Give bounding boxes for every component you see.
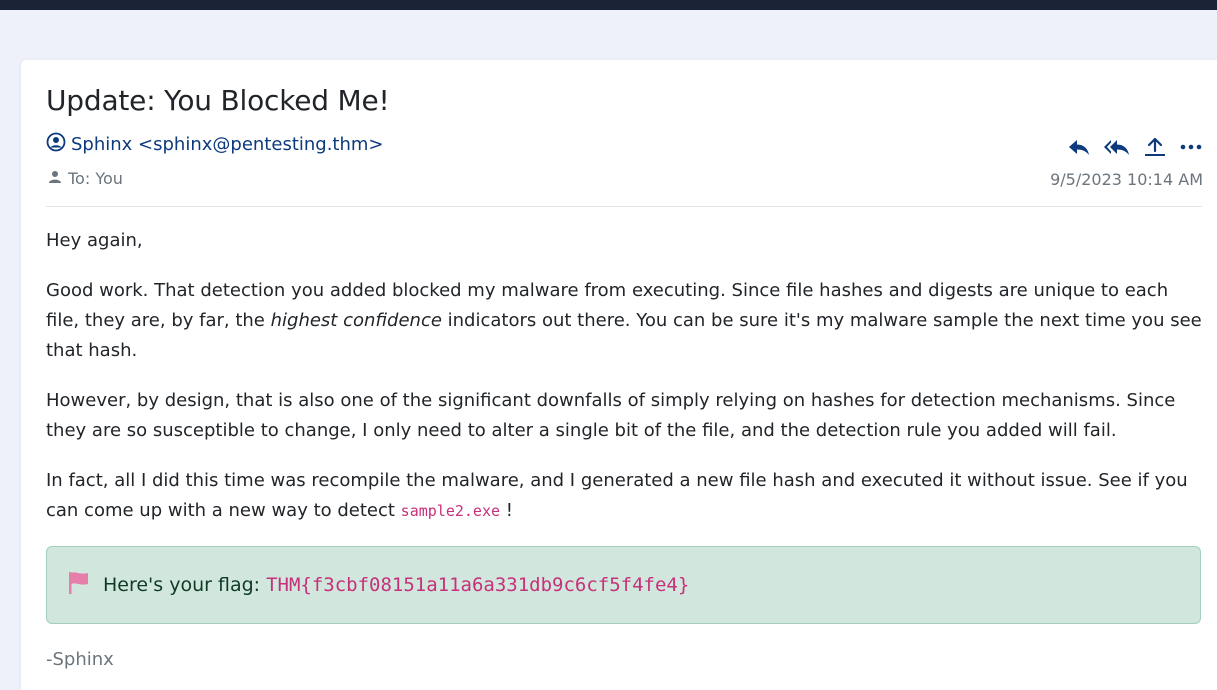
user-icon xyxy=(48,169,68,188)
flag-icon xyxy=(67,570,103,601)
reply-all-icon[interactable] xyxy=(1103,137,1131,157)
email-subject: Update: You Blocked Me! xyxy=(46,84,390,117)
reply-icon[interactable] xyxy=(1067,137,1091,157)
flag-label: Here's your flag: xyxy=(103,574,261,596)
filename-code: sample2.exe xyxy=(400,502,501,520)
emphasis-text: highest confidence xyxy=(270,310,442,331)
recipient-label: To: You xyxy=(68,169,123,188)
paragraph-3-start: In fact, all I did this time was recompi… xyxy=(46,470,1188,521)
paragraph-1: Good work. That detection you added bloc… xyxy=(46,276,1206,366)
email-card: Update: You Blocked Me! Sphinx <sphinx@p… xyxy=(21,60,1217,690)
email-body: Hey again, Good work. That detection you… xyxy=(46,226,1206,546)
sender-link[interactable]: Sphinx <sphinx@pentesting.thm> xyxy=(46,132,384,157)
flag-alert: Here's your flag: THM{f3cbf08151a11a6a33… xyxy=(46,546,1201,624)
paragraph-3-end: ! xyxy=(500,500,513,521)
greeting: Hey again, xyxy=(46,230,143,251)
user-circle-icon xyxy=(46,132,71,157)
paragraph-2: However, by design, that is also one of … xyxy=(46,390,1176,441)
recipient: To: You xyxy=(48,169,123,188)
forward-icon[interactable] xyxy=(1143,137,1167,157)
email-date: 9/5/2023 10:14 AM xyxy=(1050,170,1203,189)
email-actions xyxy=(1055,137,1203,157)
paragraph-3: In fact, all I did this time was recompi… xyxy=(46,466,1206,526)
signature: -Sphinx xyxy=(46,649,114,670)
sender-name: Sphinx <sphinx@pentesting.thm> xyxy=(71,134,384,155)
flag-value: THM{f3cbf08151a11a6a331db9c6cf5f4fe4} xyxy=(266,574,690,596)
top-nav-bar xyxy=(0,0,1217,10)
header-divider xyxy=(46,206,1202,207)
more-icon[interactable] xyxy=(1179,137,1203,157)
